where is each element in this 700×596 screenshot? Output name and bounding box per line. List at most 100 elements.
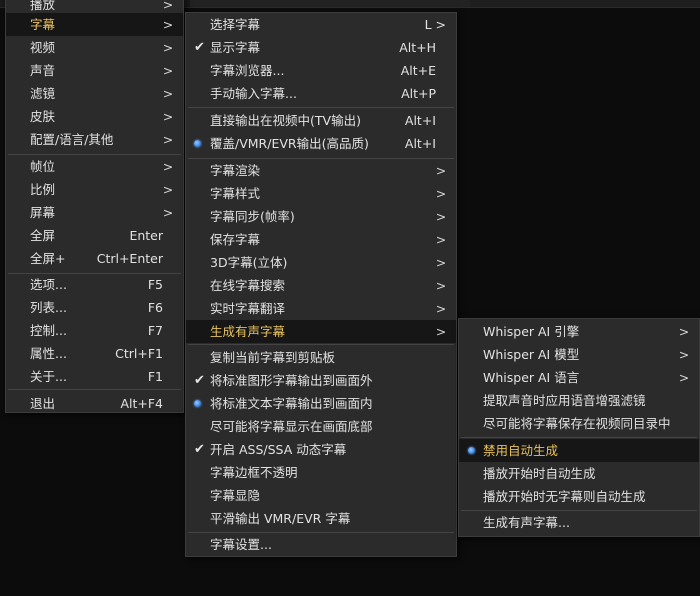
submenu-arrow-icon: > [678, 370, 690, 385]
menu-item-shortcut: Alt+H [399, 40, 436, 55]
menu-item-aspect-ratio[interactable]: 比例 > [6, 178, 183, 201]
menu-item-label: 控制... [30, 323, 67, 338]
menu-item-subtitle-style[interactable]: 字幕样式 > [186, 182, 456, 205]
submenu-arrow-icon: > [435, 278, 447, 293]
submenu-arrow-icon: > [435, 163, 447, 178]
menu-item-copy-subtitle-clipboard[interactable]: 复制当前字幕到剪贴板 [186, 346, 456, 369]
menu-item-auto-generate-if-none[interactable]: 播放开始时无字幕则自动生成 [459, 485, 699, 508]
submenu-arrow-icon: > [162, 159, 174, 174]
menu-item-label: 字幕样式 [210, 186, 261, 201]
menu-item-label: 生成有声字幕... [483, 515, 570, 530]
menu-item-playlist[interactable]: 列表... F6 [6, 296, 183, 319]
menu-item-label: 字幕同步(帧率) [210, 209, 295, 224]
menu-item-manual-subtitle-input[interactable]: 手动输入字幕... Alt+P [186, 82, 456, 105]
submenu-arrow-icon: > [435, 209, 447, 224]
submenu-arrow-icon: > [435, 186, 447, 201]
menu-item-label: 字幕浏览器... [210, 63, 285, 78]
submenu-arrow-icon: > [435, 255, 447, 270]
menu-item-smooth-vmr-evr[interactable]: 平滑输出 VMR/EVR 字幕 [186, 507, 456, 530]
menu-separator [8, 389, 181, 390]
menu-item-live-subtitle-translate[interactable]: 实时字幕翻译 > [186, 297, 456, 320]
menu-item-label: 播放开始时无字幕则自动生成 [483, 489, 646, 504]
menu-item-generate-audio-subtitle[interactable]: 生成有声字幕 > [186, 320, 456, 343]
menu-item-label: 生成有声字幕 [210, 324, 286, 339]
menu-item-label: 字幕 [30, 17, 56, 32]
menu-item-subtitles[interactable]: 字幕 > [6, 13, 183, 36]
menu-item-tv-output[interactable]: 直接输出在视频中(TV输出) Alt+I [186, 109, 456, 132]
menu-item-label: 声音 [30, 63, 56, 78]
menu-item-generate-audio-subtitle-dialog[interactable]: 生成有声字幕... [459, 511, 699, 534]
menu-item-filters[interactable]: 滤镜 > [6, 82, 183, 105]
menu-item-label: 选择字幕 [210, 17, 261, 32]
menu-item-label: 全屏+ [30, 251, 66, 266]
menu-separator [188, 107, 454, 108]
menu-item-subtitle-sync[interactable]: 字幕同步(帧率) > [186, 205, 456, 228]
menu-item-shortcut: Alt+I [404, 113, 436, 128]
menu-item-shortcut: Enter [129, 228, 163, 243]
menu-item-fullscreen-plus[interactable]: 全屏+ Ctrl+Enter [6, 247, 183, 270]
menu-item-fullscreen[interactable]: 全屏 Enter [6, 224, 183, 247]
menu-item-save-in-video-dir[interactable]: 尽可能将字幕保存在视频同目录中 [459, 412, 699, 435]
menu-item-voice-enhance-filter[interactable]: 提取声音时应用语音增强滤镜 [459, 389, 699, 412]
menu-item-frame[interactable]: 帧位 > [6, 155, 183, 178]
menu-item-label: 属性... [30, 346, 67, 361]
menu-item-whisper-engine[interactable]: Whisper AI 引擎 > [459, 320, 699, 343]
menu-item-label: 皮肤 [30, 109, 56, 124]
menu-item-online-subtitle-search[interactable]: 在线字幕搜索 > [186, 274, 456, 297]
menu-item-subtitle-browser[interactable]: 字幕浏览器... Alt+E [186, 59, 456, 82]
menu-item-properties[interactable]: 属性... Ctrl+F1 [6, 342, 183, 365]
menu-item-save-subtitle[interactable]: 保存字幕 > [186, 228, 456, 251]
submenu-arrow-icon: > [162, 63, 174, 78]
menu-item-ass-ssa-dynamic[interactable]: ✔ 开启 ASS/SSA 动态字幕 [186, 438, 456, 461]
radio-selected-icon [194, 140, 201, 147]
menu-item-options[interactable]: 选项... F5 [6, 273, 183, 296]
menu-item-skins[interactable]: 皮肤 > [6, 105, 183, 128]
menu-item-label: 实时字幕翻译 [210, 301, 286, 316]
menu-item-auto-generate-on-play[interactable]: 播放开始时自动生成 [459, 462, 699, 485]
menu-item-subtitle-settings[interactable]: 字幕设置... [186, 533, 456, 556]
menu-item-label: 禁用自动生成 [483, 443, 559, 458]
menu-item-label: 覆盖/VMR/EVR输出(高品质) [210, 136, 369, 151]
menu-item-label: 播放开始时自动生成 [483, 466, 596, 481]
check-icon: ✔ [194, 40, 205, 55]
menu-item-graphic-subtitle-outside[interactable]: ✔ 将标准图形字幕输出到画面外 [186, 369, 456, 392]
menu-item-disable-auto-generate[interactable]: 禁用自动生成 [459, 439, 699, 462]
menu-item-exit[interactable]: 退出 Alt+F4 [6, 392, 183, 415]
top-bar-segment [470, 0, 700, 7]
menu-item-whisper-language[interactable]: Whisper AI 语言 > [459, 366, 699, 389]
menu-item-shortcut: Ctrl+F1 [115, 346, 163, 361]
menu-item-label: 开启 ASS/SSA 动态字幕 [210, 442, 347, 457]
radio-selected-icon [468, 447, 475, 454]
menu-item-shortcut: F5 [147, 277, 163, 292]
menu-item-toggle-subtitle[interactable]: 字幕显隐 [186, 484, 456, 507]
menu-item-about[interactable]: 关于... F1 [6, 365, 183, 388]
menu-item-shortcut: F1 [147, 369, 163, 384]
menu-item-label: 3D字幕(立体) [210, 255, 288, 270]
menu-item-show-subtitles[interactable]: ✔ 显示字幕 Alt+H [186, 36, 456, 59]
menu-item-shortcut: L > [424, 17, 446, 32]
menu-item-control[interactable]: 控制... F7 [6, 319, 183, 342]
menu-item-opaque-border[interactable]: 字幕边框不透明 [186, 461, 456, 484]
menu-item-label: 配置/语言/其他 [30, 132, 114, 147]
menu-item-overlay-vmr-evr-output[interactable]: 覆盖/VMR/EVR输出(高品质) Alt+I [186, 132, 456, 155]
menu-item-shortcut: Alt+E [400, 63, 436, 78]
menu-item-video[interactable]: 视频 > [6, 36, 183, 59]
menu-item-label: 列表... [30, 300, 67, 315]
subtitle-submenu: 选择字幕 L > ✔ 显示字幕 Alt+H 字幕浏览器... Alt+E 手动输… [185, 12, 457, 557]
submenu-arrow-icon: > [678, 324, 690, 339]
submenu-arrow-icon: > [435, 301, 447, 316]
menu-item-screen[interactable]: 屏幕 > [6, 201, 183, 224]
menu-item-3d-subtitle[interactable]: 3D字幕(立体) > [186, 251, 456, 274]
menu-item-subtitle-bottom[interactable]: 尽可能将字幕显示在画面底部 [186, 415, 456, 438]
menu-item-label: 尽可能将字幕显示在画面底部 [210, 419, 373, 434]
menu-item-config-language-other[interactable]: 配置/语言/其他 > [6, 128, 183, 151]
menu-item-label: Whisper AI 模型 [483, 347, 580, 362]
menu-item-text-subtitle-inside[interactable]: 将标准文本字幕输出到画面内 [186, 392, 456, 415]
menu-item-whisper-model[interactable]: Whisper AI 模型 > [459, 343, 699, 366]
menu-item-label: 字幕边框不透明 [210, 465, 298, 480]
menu-item-shortcut: Alt+I [404, 136, 436, 151]
menu-item-audio[interactable]: 声音 > [6, 59, 183, 82]
menu-item-subtitle-render[interactable]: 字幕渲染 > [186, 159, 456, 182]
menu-item-select-subtitle[interactable]: 选择字幕 L > [186, 13, 456, 36]
menu-item-label: 视频 [30, 40, 56, 55]
